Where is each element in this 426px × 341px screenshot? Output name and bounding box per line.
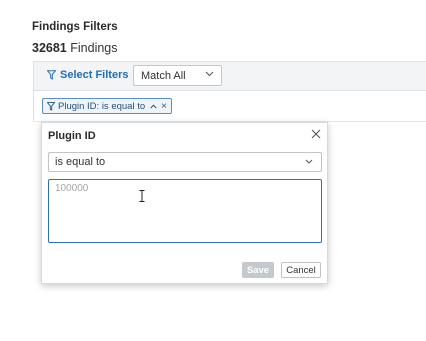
save-button[interactable]: Save <box>242 262 274 278</box>
operator-value: is equal to <box>55 156 106 168</box>
active-filters-row: Plugin ID: is equal to × <box>33 91 426 122</box>
filter-edit-popover: Plugin ID is equal to 100000 Save Cancel <box>41 122 328 284</box>
select-filters-label: Select Filters <box>60 69 129 81</box>
filter-icon <box>47 101 55 111</box>
findings-count: 32681 Findings <box>32 41 118 55</box>
chevron-up-icon[interactable] <box>150 103 157 109</box>
findings-count-number: 32681 <box>32 41 67 55</box>
operator-select[interactable]: is equal to <box>48 152 322 172</box>
chip-label: Plugin ID: is equal to <box>58 100 146 112</box>
select-filters-button[interactable]: Select Filters <box>47 69 128 81</box>
text-cursor-icon <box>139 190 145 202</box>
chevron-down-icon <box>205 71 214 77</box>
filter-bar: Select Filters Match All <box>33 61 426 91</box>
match-mode-select[interactable]: Match All <box>133 65 222 86</box>
filter-icon <box>47 70 56 80</box>
chip-remove-icon[interactable]: × <box>161 101 167 112</box>
findings-filters-title: Findings Filters <box>32 21 118 33</box>
cancel-button[interactable]: Cancel <box>281 262 321 278</box>
plugin-id-value-input[interactable]: 100000 <box>48 179 322 243</box>
close-icon[interactable] <box>311 129 321 139</box>
popover-title: Plugin ID <box>48 130 96 142</box>
findings-count-label: Findings <box>70 41 118 55</box>
match-mode-value: Match All <box>141 69 186 82</box>
value-placeholder: 100000 <box>55 183 89 194</box>
plugin-id-filter-chip[interactable]: Plugin ID: is equal to × <box>42 98 172 114</box>
chevron-down-icon <box>305 159 313 164</box>
